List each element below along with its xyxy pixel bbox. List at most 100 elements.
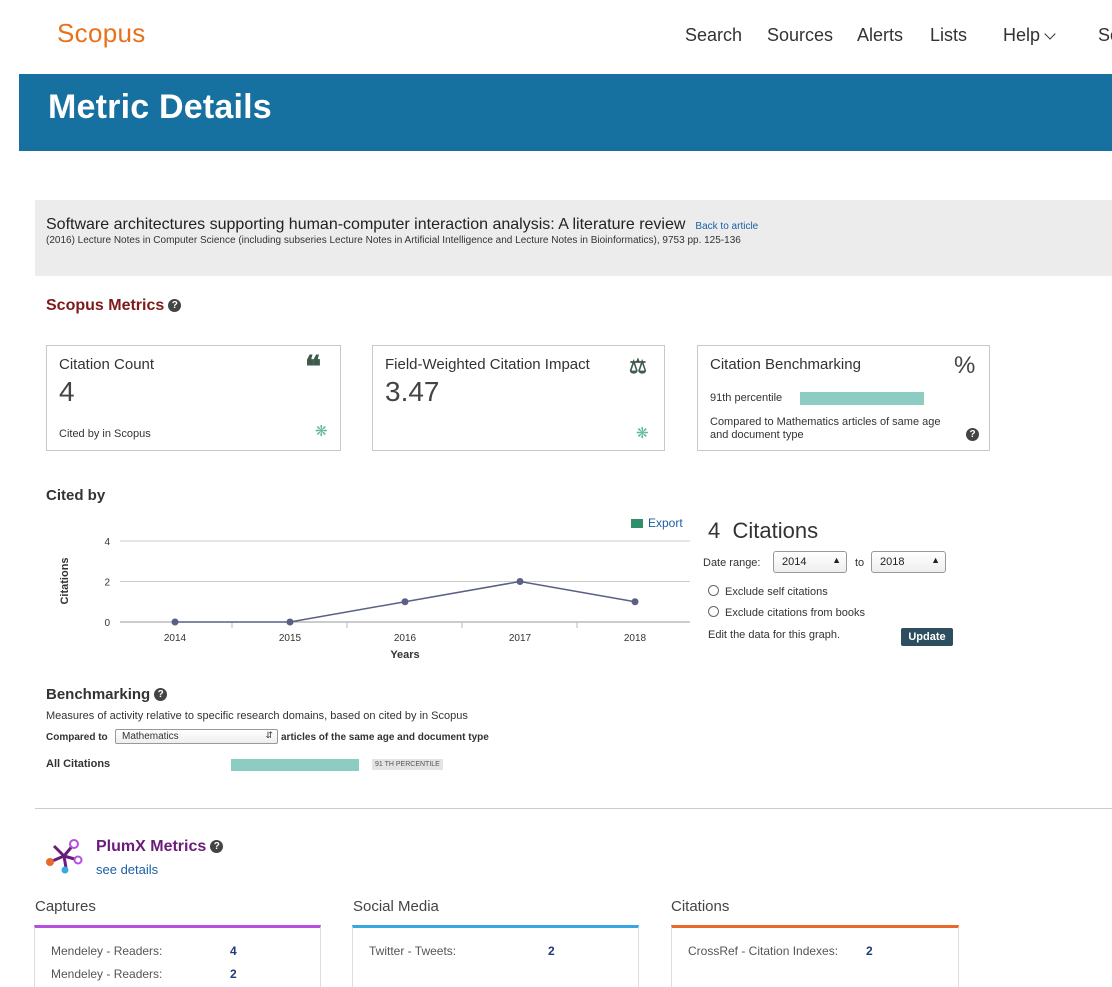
benchmarking-title: Citation Benchmarking	[710, 356, 861, 373]
compared-to-label: Compared to	[46, 732, 108, 743]
benchmarking-title: Benchmarking	[46, 686, 151, 703]
social-media-heading: Social Media	[353, 898, 439, 915]
exclude-self-label: Exclude self citations	[725, 586, 828, 598]
scopus-logo[interactable]: Scopus	[57, 18, 146, 49]
citations-total: 4 Citations	[708, 518, 818, 544]
section-divider	[35, 808, 1112, 809]
nav-search[interactable]: Search	[685, 25, 742, 46]
plumx-logo-icon	[46, 839, 83, 874]
benchmarking-heading: Benchmarking?	[46, 686, 168, 703]
y-tick-label: 0	[104, 618, 110, 629]
to-label: to	[855, 557, 865, 569]
all-citations-bar	[231, 759, 360, 771]
social-media-box: Twitter - Tweets: 2	[352, 925, 639, 987]
nav-sources[interactable]: Sources	[767, 25, 833, 46]
data-point	[631, 598, 639, 606]
citations-label: Citations	[732, 518, 819, 543]
date-from-value: 2014	[782, 556, 807, 568]
exclude-self-option[interactable]: Exclude self citations	[708, 585, 828, 598]
update-button[interactable]: Update	[901, 628, 953, 646]
see-details-link[interactable]: see details	[96, 862, 158, 877]
nav-scival[interactable]: Sc	[1098, 25, 1112, 46]
percent-icon: %	[954, 352, 976, 379]
fwci-card: Field-Weighted Citation Impact 3.47 ⚖ ❋	[372, 345, 665, 451]
scale-icon: ⚖	[629, 356, 647, 378]
back-to-article-link[interactable]: Back to article	[695, 221, 758, 232]
cited-by-chart: 0 2 4 2014 2015 2016 2017 2018 Citations Years	[59, 537, 690, 661]
select-arrow-icon: ⇵	[265, 730, 273, 740]
data-point	[286, 618, 294, 626]
exclude-self-radio[interactable]	[708, 585, 719, 596]
data-point	[171, 618, 179, 626]
article-title-line: Software architectures supporting human-…	[46, 216, 758, 234]
x-tick-label: 2016	[394, 633, 417, 644]
captures-heading: Captures	[35, 898, 96, 915]
nav-help-label: Help	[1003, 25, 1041, 45]
nav-lists[interactable]: Lists	[930, 25, 967, 46]
x-tick-label: 2018	[624, 633, 647, 644]
citations-heading: Citations	[671, 898, 730, 915]
date-to-value: 2018	[880, 556, 905, 568]
captures-row-label: Mendeley - Readers:	[51, 967, 163, 981]
cited-by-heading: Cited by	[46, 487, 106, 504]
exclude-books-option[interactable]: Exclude citations from books	[708, 606, 865, 619]
select-arrow-icon: ▲	[832, 555, 841, 565]
percentile-bar	[800, 392, 924, 405]
benchmark-note-2: and document type	[710, 429, 804, 441]
social-row-value: 2	[548, 944, 555, 958]
nav-help[interactable]: Help	[1003, 25, 1056, 46]
citation-count-card: Citation Count 4 Cited by in Scopus ❝ ❋	[46, 345, 341, 451]
citations-box: CrossRef - Citation Indexes: 2	[671, 925, 959, 987]
data-point	[516, 578, 524, 585]
help-icon[interactable]: ?	[210, 840, 224, 853]
citation-count-foot: Cited by in Scopus	[59, 428, 151, 440]
date-range-label: Date range:	[703, 557, 761, 569]
exclude-books-label: Exclude citations from books	[725, 607, 866, 619]
quote-icon: ❝	[305, 351, 322, 384]
all-citations-label: All Citations	[46, 758, 111, 770]
benchmarking-description: Measures of activity relative to specifi…	[46, 710, 468, 722]
exclude-books-radio[interactable]	[708, 606, 719, 617]
percentile-tag: 91 TH PERCENTILE	[372, 759, 443, 770]
y-tick-label: 2	[104, 578, 110, 589]
date-from-select[interactable]: 2014 ▲	[773, 551, 847, 573]
plumx-title-text: PlumX Metrics	[96, 838, 207, 855]
citations-count: 4	[708, 518, 721, 543]
article-citation: (2016) Lecture Notes in Computer Science…	[46, 235, 741, 246]
captures-box: Mendeley - Readers: 4 Mendeley - Readers…	[34, 925, 321, 987]
social-row-label: Twitter - Tweets:	[369, 944, 457, 958]
edit-data-note: Edit the data for this graph.	[708, 629, 841, 641]
fwci-title: Field-Weighted Citation Impact	[385, 356, 590, 373]
captures-row-value: 2	[230, 967, 237, 981]
citation-count-value: 4	[59, 376, 75, 407]
citation-benchmarking-card: Citation Benchmarking % 91th percentile …	[697, 345, 990, 451]
date-to-select[interactable]: 2018 ▲	[871, 551, 946, 573]
scopus-metrics-title: Scopus Metrics	[46, 297, 165, 314]
citation-count-title: Citation Count	[59, 356, 155, 373]
chart-grid	[120, 540, 690, 623]
plumx-title: PlumX Metrics?	[96, 838, 224, 856]
gear-icon[interactable]: ❋	[315, 422, 328, 440]
article-title: Software architectures supporting human-…	[46, 216, 686, 233]
help-icon[interactable]: ?	[966, 428, 979, 441]
domain-value: Mathematics	[122, 731, 179, 742]
help-icon[interactable]: ?	[168, 299, 182, 312]
x-axis-label: Years	[390, 649, 419, 661]
x-tick-label: 2017	[509, 633, 532, 644]
fwci-value: 3.47	[385, 376, 440, 407]
benchmark-note-1: Compared to Mathematics articles of same…	[710, 416, 941, 428]
page-title: Metric Details	[48, 88, 272, 126]
domain-select[interactable]: Mathematics ⇵	[115, 729, 278, 744]
nav-alerts[interactable]: Alerts	[857, 25, 903, 46]
y-ticks: 0 2 4	[104, 537, 110, 629]
y-axis-label: Citations	[59, 557, 71, 604]
captures-row-label: Mendeley - Readers:	[51, 944, 163, 958]
x-ticks: 2014 2015 2016 2017 2018	[164, 622, 647, 644]
y-tick-label: 4	[104, 537, 110, 548]
select-arrow-icon: ▲	[931, 555, 940, 565]
data-point	[401, 598, 409, 606]
chevron-down-icon	[1044, 28, 1056, 40]
gear-icon[interactable]: ❋	[636, 424, 649, 442]
help-icon[interactable]: ?	[154, 688, 168, 701]
x-tick-label: 2015	[279, 633, 302, 644]
